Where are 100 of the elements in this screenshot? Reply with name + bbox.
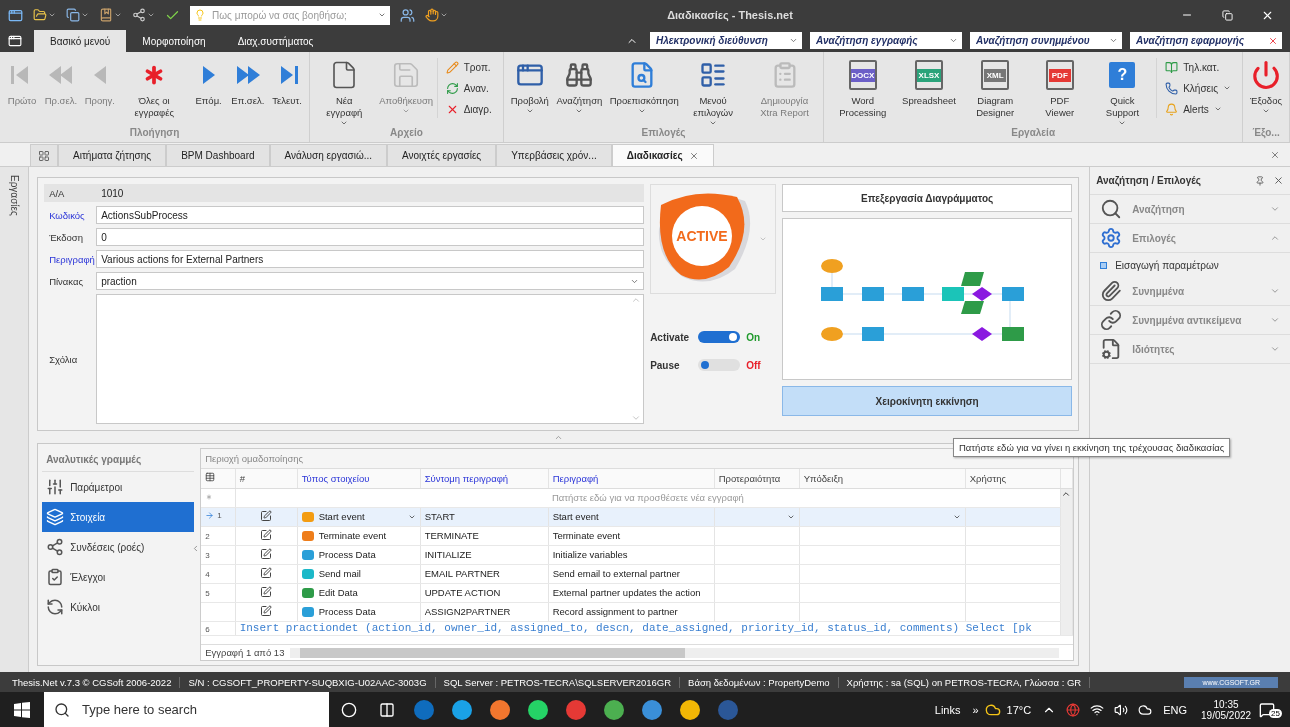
document-tab[interactable]: Διαδικασίες bbox=[611, 144, 714, 166]
app-icon[interactable] bbox=[642, 699, 662, 720]
app-icon[interactable] bbox=[528, 699, 548, 720]
ribbon-button[interactable]: Τηλ.κατ. bbox=[1163, 58, 1234, 76]
ribbon-button[interactable]: Διαγρ. bbox=[443, 100, 494, 118]
ribbon-button[interactable]: Προβολή bbox=[506, 58, 553, 115]
edit-icon[interactable] bbox=[260, 566, 273, 579]
column-header[interactable]: Τύπος στοιχείου bbox=[297, 469, 421, 488]
edit-icon[interactable] bbox=[260, 547, 273, 560]
edit-icon[interactable] bbox=[260, 585, 273, 598]
more-icon[interactable]: » bbox=[972, 703, 979, 716]
column-header[interactable]: Χρήστης bbox=[965, 469, 1061, 488]
volume-icon[interactable] bbox=[1114, 702, 1129, 717]
toggle-switch[interactable] bbox=[698, 331, 741, 343]
folder-icon[interactable] bbox=[33, 8, 47, 22]
input-field[interactable]: 0 bbox=[96, 228, 645, 246]
ribbon-button[interactable]: Επ.σελ. bbox=[227, 58, 269, 107]
edit-diagram-button[interactable]: Επεξεργασία Διαγράμματος bbox=[782, 184, 1073, 212]
cloud-icon[interactable] bbox=[1138, 702, 1153, 717]
restore-icon[interactable] bbox=[1221, 9, 1233, 21]
ribbon-button[interactable]: ? Quick Support bbox=[1088, 58, 1157, 127]
ribbon-tab[interactable]: Μορφοποίηση bbox=[126, 30, 222, 52]
side-strip-label[interactable]: Εργασίες bbox=[8, 175, 20, 672]
field-link[interactable]: Περιγραφή bbox=[44, 253, 97, 265]
app-icon[interactable] bbox=[566, 699, 586, 720]
ribbon-button[interactable]: XLSX Spreadsheet bbox=[898, 58, 960, 107]
toggle-switch[interactable] bbox=[698, 359, 741, 371]
ribbon-button[interactable]: Τροπ. bbox=[443, 58, 494, 76]
edit-icon[interactable] bbox=[260, 509, 273, 522]
edit-icon[interactable] bbox=[260, 604, 273, 617]
ribbon-button[interactable]: Προεπισκόπηση bbox=[606, 58, 678, 115]
pin-icon[interactable] bbox=[1255, 175, 1265, 186]
ribbon-button[interactable]: Νέα εγγραφή bbox=[313, 58, 376, 127]
search-combo-box[interactable]: Ηλεκτρονική διεύθυνση bbox=[650, 32, 802, 49]
app-icon[interactable] bbox=[452, 699, 472, 720]
column-header[interactable]: Προτεραιότητα bbox=[714, 469, 800, 488]
close-icon[interactable] bbox=[1273, 175, 1284, 186]
task-view-icon[interactable] bbox=[379, 701, 395, 718]
horizontal-scrollbar[interactable] bbox=[290, 647, 1060, 658]
book-icon[interactable] bbox=[99, 8, 113, 22]
ribbon-button[interactable]: Επόμ. bbox=[189, 58, 228, 107]
column-chooser-icon[interactable] bbox=[205, 472, 216, 483]
panel-item[interactable]: Εισαγωγή παραμέτρων bbox=[1090, 253, 1290, 277]
column-header[interactable]: Υπόδειξη bbox=[799, 469, 966, 488]
app-icon[interactable] bbox=[490, 699, 510, 720]
copy-icon[interactable] bbox=[66, 8, 80, 22]
nav-item[interactable]: Παράμετροι bbox=[42, 472, 195, 502]
globe-icon[interactable] bbox=[1066, 702, 1081, 717]
input-field[interactable]: ActionsSubProcess bbox=[96, 206, 645, 224]
links-toolbar[interactable]: Links bbox=[934, 703, 961, 716]
ribbon-button[interactable]: Όλες οι εγγραφές bbox=[118, 58, 190, 119]
start-icon[interactable] bbox=[14, 701, 30, 718]
input-field[interactable]: Various actions for External Partners bbox=[96, 250, 645, 268]
app-icon[interactable] bbox=[604, 699, 624, 720]
document-tab[interactable]: Ανοιχτές εργασίες bbox=[387, 144, 497, 166]
nav-item[interactable]: Στοιχεία bbox=[42, 502, 195, 532]
hand-icon[interactable] bbox=[425, 8, 439, 22]
document-tab[interactable]: Ανάλυση εργασιώ... bbox=[269, 144, 388, 166]
app-menu-icon[interactable] bbox=[8, 34, 22, 48]
document-tab[interactable]: Αιτήματα ζήτησης bbox=[58, 144, 167, 166]
ribbon-button[interactable]: Alerts bbox=[1163, 100, 1234, 118]
users-icon[interactable] bbox=[400, 7, 415, 23]
ribbon-button[interactable]: Μενού επιλογών bbox=[677, 58, 749, 127]
tab-grid-button[interactable] bbox=[30, 144, 58, 166]
circle-icon[interactable] bbox=[341, 701, 357, 718]
ribbon-button[interactable]: Τελευτ. bbox=[268, 58, 307, 107]
edit-icon[interactable] bbox=[260, 528, 273, 541]
search-combo-box[interactable]: Αναζήτηση εγγραφής bbox=[810, 32, 962, 49]
new-row-icon bbox=[205, 493, 214, 501]
ribbon-button[interactable]: Αναζήτηση bbox=[552, 58, 607, 115]
nav-item[interactable]: Συνδέσεις (ροές) bbox=[42, 532, 195, 562]
search-combo-box[interactable]: Αναζήτηση συνημμένου bbox=[970, 32, 1122, 49]
dropdown-field[interactable]: praction bbox=[96, 272, 645, 290]
document-tab[interactable]: Υπερβάσεις χρόν... bbox=[496, 144, 612, 166]
ribbon-button[interactable]: Αναν. bbox=[443, 79, 494, 97]
clock[interactable]: 10:35 19/05/2022 bbox=[1201, 698, 1252, 721]
nav-item[interactable]: Έλεγχοι bbox=[42, 562, 195, 592]
help-search-box[interactable]: Πως μπορώ να σας βοηθήσω; bbox=[190, 5, 390, 25]
ribbon-button[interactable]: XML Diagram Designer bbox=[959, 58, 1031, 119]
column-header[interactable]: # bbox=[235, 469, 298, 488]
nav-item[interactable]: Κύκλοι bbox=[42, 592, 195, 622]
manual-start-button[interactable]: Χειροκίνητη εκκίνηση bbox=[782, 386, 1073, 416]
ribbon-button[interactable]: PDF PDF Viewer bbox=[1030, 58, 1089, 119]
app-icon[interactable] bbox=[680, 699, 700, 720]
close-tab-icon[interactable] bbox=[688, 150, 699, 161]
search-combo-box[interactable]: Αναζήτηση εφαρμογής bbox=[1130, 32, 1282, 49]
field-link[interactable]: Κωδικός bbox=[44, 209, 97, 221]
column-header[interactable]: Περιγραφή bbox=[548, 469, 715, 488]
comments-field[interactable] bbox=[96, 294, 645, 424]
taskbar-search-box[interactable]: Type here to search bbox=[44, 692, 329, 727]
ribbon-button[interactable]: DOCX Word Processing bbox=[827, 58, 899, 119]
document-tab[interactable]: BPM Dashboard bbox=[166, 144, 270, 166]
ribbon-button[interactable]: Κλήσεις bbox=[1163, 79, 1234, 97]
language-indicator[interactable]: ENG bbox=[1163, 703, 1188, 716]
ribbon-tab[interactable]: Βασικό μενού bbox=[34, 30, 127, 52]
ribbon-button[interactable]: Έξοδος bbox=[1246, 58, 1286, 115]
ribbon-tab[interactable]: Διαχ.συστήματος bbox=[221, 30, 330, 52]
wifi-icon[interactable] bbox=[1090, 702, 1105, 717]
share-icon[interactable] bbox=[132, 8, 146, 22]
column-header[interactable]: Σύντομη περιγραφή bbox=[420, 469, 549, 488]
